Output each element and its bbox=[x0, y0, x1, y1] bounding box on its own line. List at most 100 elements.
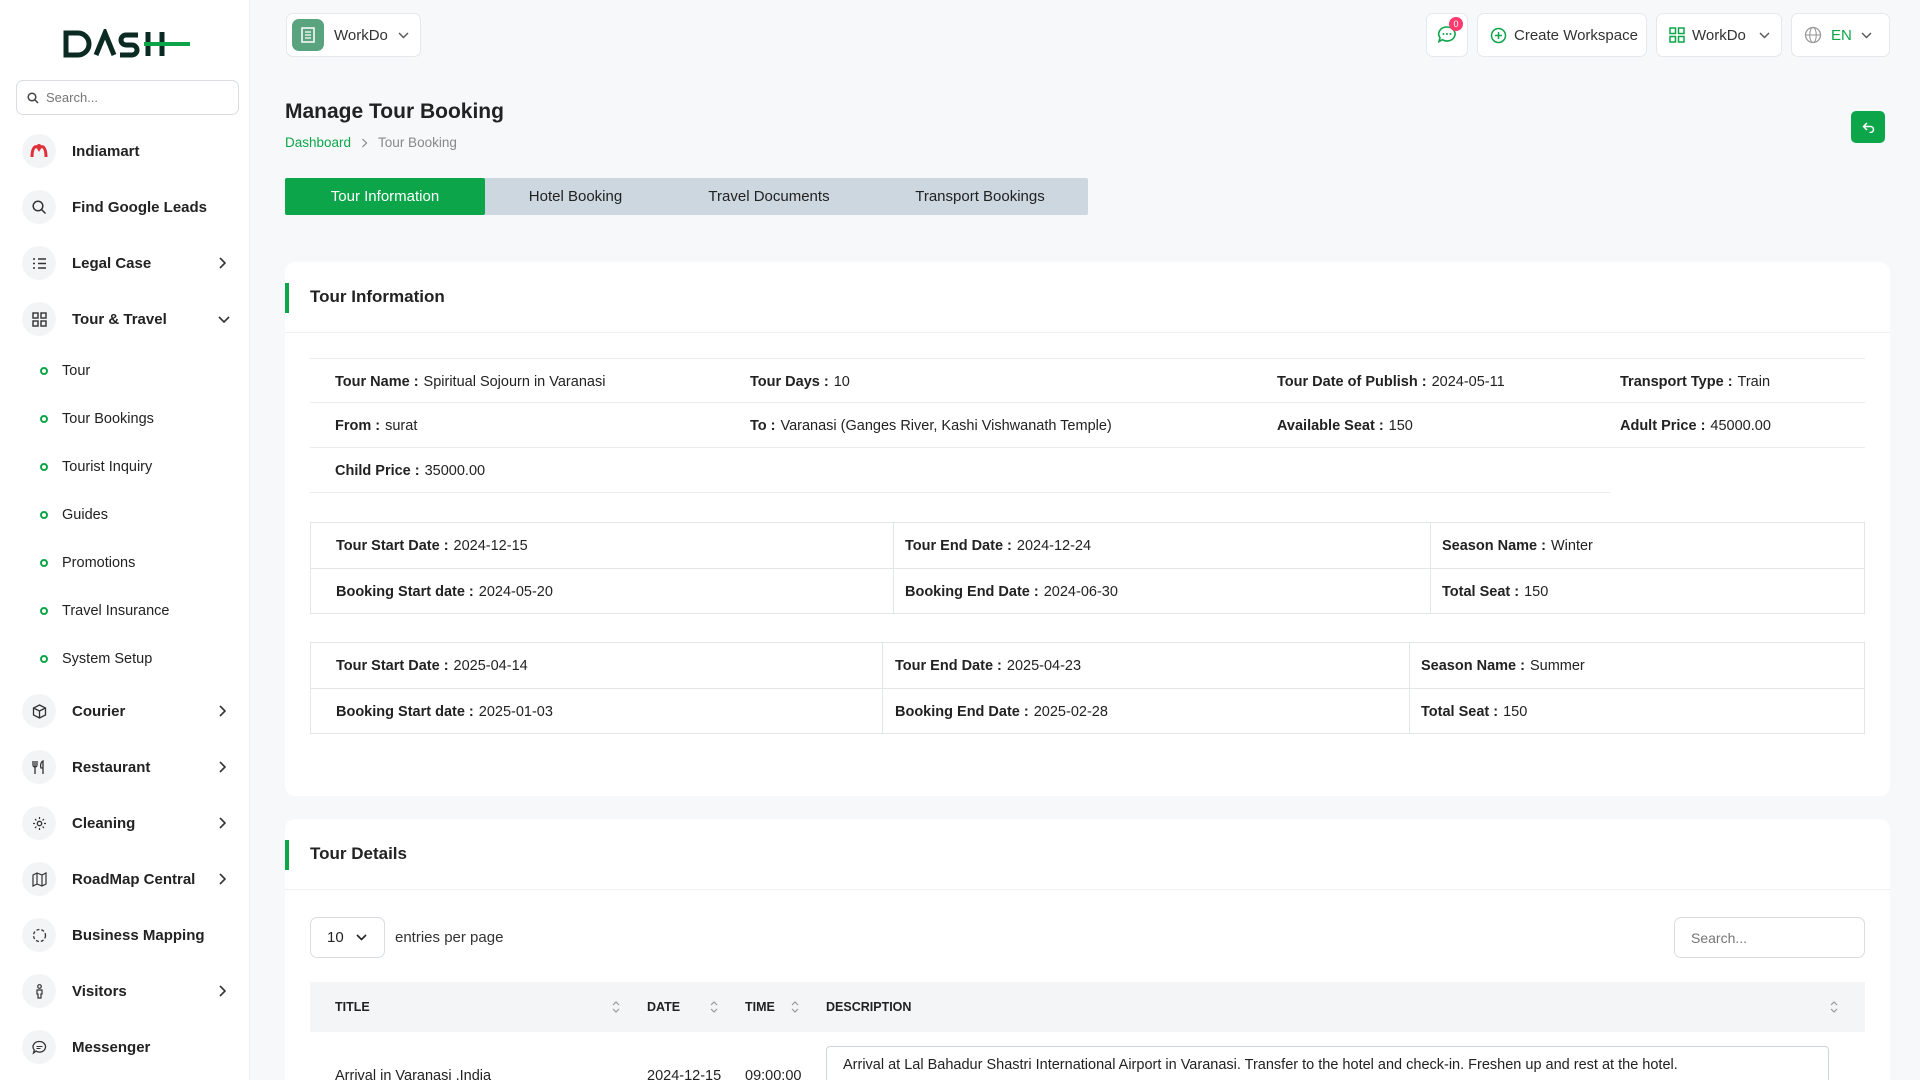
field-value: 2025-02-28 bbox=[1033, 703, 1108, 720]
sidebar-search[interactable] bbox=[16, 80, 239, 115]
breadcrumb: Dashboard Tour Booking bbox=[285, 135, 457, 150]
sidebar-item-visitors[interactable]: Visitors bbox=[0, 963, 250, 1019]
chevron-right-icon bbox=[219, 257, 226, 269]
sidebar-item-indiamart[interactable]: Indiamart bbox=[0, 123, 250, 179]
tour-start-field: Tour Start Date :2024-12-15 bbox=[336, 523, 528, 568]
back-button[interactable] bbox=[1851, 111, 1885, 143]
sidebar-item-cleaning[interactable]: Cleaning bbox=[0, 795, 250, 851]
workspace-name: WorkDo bbox=[334, 26, 388, 44]
sidebar-subitem-promotions[interactable]: Promotions bbox=[0, 539, 250, 587]
table-header: TITLE DATE TIME DESCRIPTION bbox=[310, 982, 1865, 1032]
tour-days-field: Tour Days :10 bbox=[750, 359, 850, 404]
sidebar-subitem-travel-insurance[interactable]: Travel Insurance bbox=[0, 587, 250, 635]
card-title: Tour Information bbox=[310, 287, 445, 306]
sidebar-search-input[interactable] bbox=[46, 90, 226, 105]
chevron-right-icon bbox=[219, 985, 226, 997]
sidebar-subitem-label: Tourist Inquiry bbox=[62, 459, 153, 475]
chevron-right-icon bbox=[219, 873, 226, 885]
entries-value: 10 bbox=[327, 929, 344, 946]
field-value: 10 bbox=[833, 373, 850, 390]
sort-icon[interactable] bbox=[710, 1000, 718, 1014]
sidebar-subitem-label: Guides bbox=[62, 507, 108, 523]
map-icon bbox=[22, 862, 56, 896]
tab-hotel-booking[interactable]: Hotel Booking bbox=[485, 178, 666, 215]
sidebar-subitem-tour[interactable]: Tour bbox=[0, 347, 250, 395]
workdo-menu[interactable]: WorkDo bbox=[1656, 13, 1782, 57]
breadcrumb-current: Tour Booking bbox=[378, 135, 457, 150]
field-label: Tour End Date : bbox=[895, 657, 1002, 674]
sidebar-item-courier[interactable]: Courier bbox=[0, 683, 250, 739]
messages-button[interactable]: 0 bbox=[1426, 13, 1468, 57]
field-label: Adult Price : bbox=[1620, 417, 1706, 434]
sidebar-item-find-google-leads[interactable]: Find Google Leads bbox=[0, 179, 250, 235]
season-row: Tour Start Date :2024-12-15 Tour End Dat… bbox=[311, 523, 1864, 568]
sidebar-item-messenger[interactable]: Messenger bbox=[0, 1019, 250, 1075]
bullet-icon bbox=[40, 367, 48, 375]
from-field: From : surat bbox=[335, 403, 417, 448]
table-search-input[interactable] bbox=[1674, 917, 1865, 958]
tour-end-field: Tour End Date :2024-12-24 bbox=[905, 523, 1091, 568]
booking-tabs: Tour Information Hotel Booking Travel Do… bbox=[285, 178, 1088, 215]
column-time[interactable]: TIME bbox=[745, 982, 775, 1032]
sidebar-item-label: Find Google Leads bbox=[72, 198, 208, 216]
column-title[interactable]: TITLE bbox=[335, 982, 370, 1032]
language-label: EN bbox=[1831, 26, 1852, 44]
column-date[interactable]: DATE bbox=[647, 982, 680, 1032]
sparkle-icon bbox=[22, 806, 56, 840]
booking-end-field: Booking End Date :2024-06-30 bbox=[905, 569, 1118, 614]
sidebar-subitem-tourist-inquiry[interactable]: Tourist Inquiry bbox=[0, 443, 250, 491]
bullet-icon bbox=[40, 415, 48, 423]
sort-icon[interactable] bbox=[1830, 1000, 1838, 1014]
sidebar-subitem-label: Tour bbox=[62, 363, 91, 379]
entries-select[interactable]: 10 bbox=[310, 917, 385, 958]
season-row: Booking Start date :2024-05-20 Booking E… bbox=[311, 568, 1864, 613]
tab-transport-bookings[interactable]: Transport Bookings bbox=[872, 178, 1088, 215]
sidebar-item-roadmap-central[interactable]: RoadMap Central bbox=[0, 851, 250, 907]
field-label: Total Seat : bbox=[1421, 703, 1499, 720]
sidebar-item-business-mapping[interactable]: Business Mapping bbox=[0, 907, 250, 963]
booking-start-field: Booking Start date :2024-05-20 bbox=[336, 569, 553, 614]
chevron-down-icon bbox=[356, 934, 367, 941]
box-icon bbox=[22, 694, 56, 728]
sidebar-subitem-label: System Setup bbox=[62, 651, 153, 667]
bullet-icon bbox=[40, 655, 48, 663]
workspace-avatar bbox=[292, 19, 324, 51]
sidebar-item-restaurant[interactable]: Restaurant bbox=[0, 739, 250, 795]
field-value: 150 bbox=[1503, 703, 1528, 720]
indiamart-logo-icon bbox=[22, 134, 56, 168]
season-table: Tour Start Date :2024-12-15 Tour End Dat… bbox=[310, 522, 1865, 614]
create-workspace-label: Create Workspace bbox=[1514, 26, 1638, 44]
sidebar-item-tour-travel[interactable]: Tour & Travel bbox=[0, 291, 250, 347]
field-label: Available Seat : bbox=[1277, 417, 1384, 434]
sidebar-subitem-system-setup[interactable]: System Setup bbox=[0, 635, 250, 683]
column-description[interactable]: DESCRIPTION bbox=[826, 982, 911, 1032]
field-value: 2024-12-15 bbox=[453, 537, 528, 554]
language-selector[interactable]: EN bbox=[1791, 13, 1890, 57]
sidebar-subitem-tour-bookings[interactable]: Tour Bookings bbox=[0, 395, 250, 443]
field-value: 2024-05-20 bbox=[478, 583, 553, 600]
tab-tour-information[interactable]: Tour Information bbox=[285, 178, 485, 215]
sort-icon[interactable] bbox=[612, 1000, 620, 1014]
page-title: Manage Tour Booking bbox=[285, 100, 504, 123]
info-row: From : surat To : Varanasi (Ganges River, … bbox=[310, 403, 1865, 448]
chat-icon bbox=[22, 1030, 56, 1064]
breadcrumb-dashboard[interactable]: Dashboard bbox=[285, 135, 351, 150]
dash-logo[interactable] bbox=[62, 26, 190, 62]
tour-start-field: Tour Start Date :2025-04-14 bbox=[336, 643, 528, 688]
sidebar-subitem-guides[interactable]: Guides bbox=[0, 491, 250, 539]
tour-end-field: Tour End Date :2025-04-23 bbox=[895, 643, 1081, 688]
sort-icon[interactable] bbox=[791, 1000, 799, 1014]
workspace-switcher[interactable]: WorkDo bbox=[286, 13, 421, 57]
cell-date: 2024-12-15 bbox=[647, 1068, 722, 1080]
season-name-field: Season Name : Winter bbox=[1442, 523, 1593, 568]
sidebar-item-legal-case[interactable]: Legal Case bbox=[0, 235, 250, 291]
field-label: Booking End Date : bbox=[905, 583, 1039, 600]
field-value: Summer bbox=[1529, 657, 1585, 674]
tab-travel-documents[interactable]: Travel Documents bbox=[666, 178, 872, 215]
chevron-right-icon bbox=[219, 817, 226, 829]
chevron-down-icon bbox=[218, 316, 230, 323]
sidebar-item-label: Visitors bbox=[72, 982, 127, 1000]
sidebar: Indiamart Find Google Leads Legal Case T… bbox=[0, 0, 250, 1080]
circle-dashed-icon bbox=[22, 918, 56, 952]
create-workspace-button[interactable]: Create Workspace bbox=[1477, 13, 1647, 57]
